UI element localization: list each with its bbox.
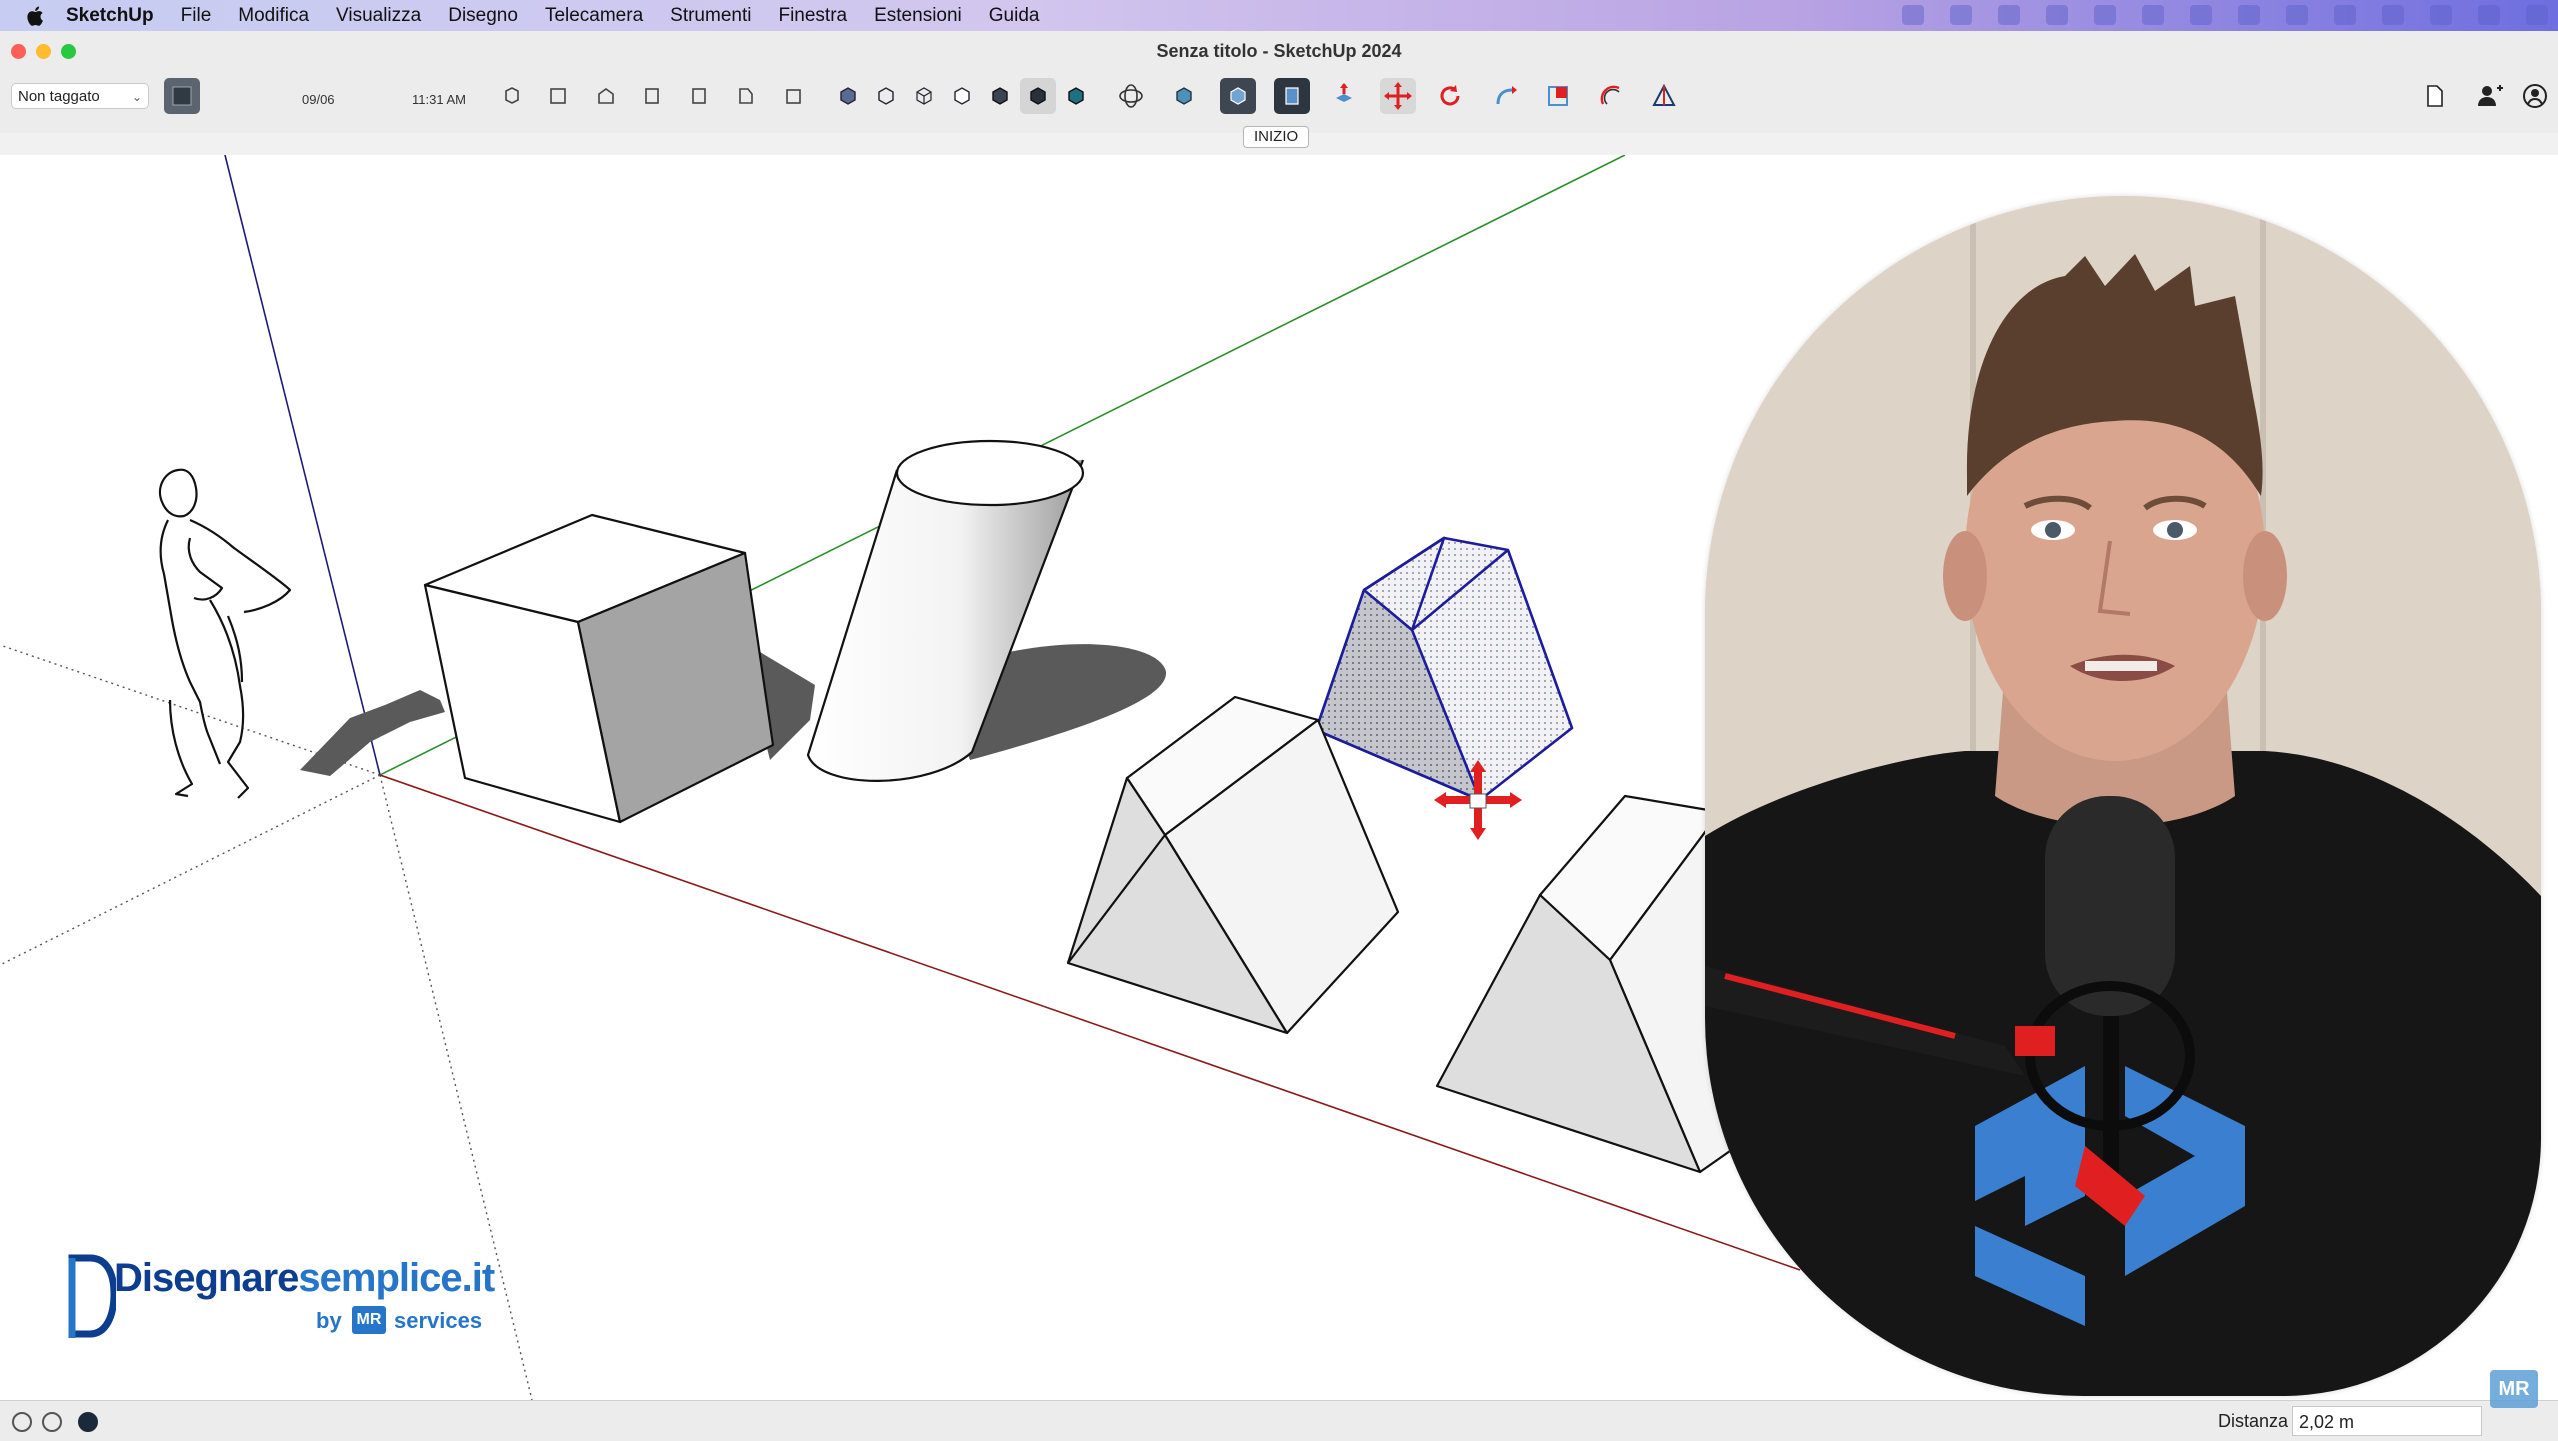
- logo-services: services: [394, 1308, 483, 1333]
- account-icon[interactable]: [2517, 78, 2553, 114]
- status-icon[interactable]: [2382, 5, 2404, 25]
- window-controls: [11, 44, 76, 59]
- tag-select-value: Non taggato: [18, 88, 100, 105]
- main-toolbar: Non taggato ⌄ 09/06 11:31 AM: [0, 71, 2558, 165]
- presenter-webcam-overlay: [1705, 196, 2541, 1396]
- user-status-icon[interactable]: [78, 1412, 98, 1432]
- disegnaresemplice-logo: Disegnaresemplice.it by MR services: [68, 1252, 528, 1342]
- status-icon[interactable]: [2142, 5, 2164, 25]
- status-icon[interactable]: [2430, 5, 2452, 25]
- geo-location-icon[interactable]: [12, 1412, 32, 1432]
- wireframe-style-icon[interactable]: [906, 78, 942, 114]
- mr-watermark: MR: [2490, 1370, 2538, 1408]
- cube-model[interactable]: [423, 513, 775, 824]
- menu-sketchup[interactable]: SketchUp: [66, 5, 154, 27]
- credits-icon[interactable]: [42, 1412, 62, 1432]
- logo-name-part2: semplice.it: [298, 1256, 495, 1300]
- menu-finestra[interactable]: Finestra: [778, 5, 847, 27]
- status-icon[interactable]: [2094, 5, 2116, 25]
- status-icon[interactable]: [1998, 5, 2020, 25]
- window-titlebar: Senza titolo - SketchUp 2024: [0, 31, 2558, 71]
- menu-strumenti[interactable]: Strumenti: [670, 5, 751, 27]
- macos-menubar: SketchUp File Modifica Visualizza Disegn…: [0, 0, 2558, 31]
- scale-tool-icon[interactable]: [1540, 78, 1576, 114]
- status-bar: Distanza 2,02 m: [0, 1400, 2558, 1441]
- measurements-label: Distanza: [2218, 1411, 2289, 1431]
- close-window-button[interactable]: [11, 44, 26, 59]
- menubar-status-icons: [1902, 5, 2548, 25]
- menu-estensioni[interactable]: Estensioni: [874, 5, 962, 27]
- offset-tool-icon[interactable]: [1593, 78, 1629, 114]
- logo-wordmark: Disegnaresemplice.it: [114, 1256, 495, 1301]
- solid-tools-icon[interactable]: [1646, 78, 1682, 114]
- green-axis-dotted: [0, 774, 381, 966]
- back-view-icon[interactable]: [681, 78, 717, 114]
- shaded-style-icon[interactable]: [982, 78, 1018, 114]
- orbit-tool-icon[interactable]: [1113, 78, 1149, 114]
- push-pull-tool-icon[interactable]: [1326, 78, 1362, 114]
- status-icon[interactable]: [2286, 5, 2308, 25]
- color-by-tag-button[interactable]: [164, 78, 200, 114]
- zoom-window-button[interactable]: [61, 44, 76, 59]
- monochrome-style-icon[interactable]: [1058, 78, 1094, 114]
- xray-style-icon[interactable]: [830, 78, 866, 114]
- iso-view-icon[interactable]: [494, 78, 530, 114]
- triangular-prism-model[interactable]: [1066, 695, 1400, 1035]
- status-icon[interactable]: [1950, 5, 1972, 25]
- menu-telecamera[interactable]: Telecamera: [545, 5, 643, 27]
- shaded-textures-style-icon[interactable]: [1020, 78, 1056, 114]
- component-tool-icon[interactable]: [1166, 78, 1202, 114]
- status-icon[interactable]: [1902, 5, 1924, 25]
- move-tool-icon[interactable]: [1380, 78, 1416, 114]
- menu-modifica[interactable]: Modifica: [238, 5, 309, 27]
- scene-tab-inizio[interactable]: INIZIO: [1243, 126, 1310, 148]
- minimize-window-button[interactable]: [36, 44, 51, 59]
- top-view-icon[interactable]: [540, 78, 576, 114]
- window-title: Senza titolo - SketchUp 2024: [1156, 41, 1402, 61]
- status-icon[interactable]: [2478, 5, 2500, 25]
- menu-visualizza[interactable]: Visualizza: [336, 5, 421, 27]
- extension-warehouse-icon[interactable]: [1220, 78, 1256, 114]
- back-edges-style-icon[interactable]: [868, 78, 904, 114]
- apple-menu-icon[interactable]: [24, 4, 48, 28]
- right-view-icon[interactable]: [634, 78, 670, 114]
- menu-file[interactable]: File: [181, 5, 212, 27]
- measurements-value: 2,02 m: [2299, 1412, 2355, 1432]
- follow-me-tool-icon[interactable]: [1486, 78, 1522, 114]
- rotate-tool-icon[interactable]: [1432, 78, 1468, 114]
- tag-select[interactable]: Non taggato ⌄: [11, 83, 149, 109]
- status-icon[interactable]: [2046, 5, 2068, 25]
- blue-axis: [224, 155, 381, 776]
- measurements-input[interactable]: 2,02 m: [2292, 1406, 2482, 1436]
- hidden-line-style-icon[interactable]: [944, 78, 980, 114]
- shadow-time-label: 11:31 AM: [412, 92, 466, 107]
- presenter-video: [1705, 196, 2541, 1396]
- 3d-warehouse-icon[interactable]: [1274, 78, 1310, 114]
- menu-disegno[interactable]: Disegno: [448, 5, 518, 27]
- chevron-down-icon: ⌄: [131, 90, 142, 104]
- logo-by: by: [316, 1308, 342, 1333]
- person-shadow: [300, 690, 445, 776]
- selected-solid-model[interactable]: [1314, 536, 1574, 802]
- logo-d-icon: [68, 1254, 116, 1338]
- logo-name-part1: Disegnare: [114, 1256, 299, 1300]
- new-document-icon[interactable]: [2416, 78, 2452, 114]
- left-view-icon[interactable]: [728, 78, 764, 114]
- status-icon[interactable]: [2334, 5, 2356, 25]
- menu-guida[interactable]: Guida: [989, 5, 1040, 27]
- logo-mr-badge: MR: [352, 1306, 386, 1334]
- status-icon[interactable]: [2526, 5, 2548, 25]
- status-icon[interactable]: [2190, 5, 2212, 25]
- scale-figure[interactable]: [158, 468, 292, 799]
- front-view-icon[interactable]: [588, 78, 624, 114]
- status-icon[interactable]: [2238, 5, 2260, 25]
- bottom-view-icon[interactable]: [775, 78, 811, 114]
- shadow-date-label: 09/06: [302, 92, 335, 107]
- add-collaborator-icon[interactable]: [2470, 78, 2506, 114]
